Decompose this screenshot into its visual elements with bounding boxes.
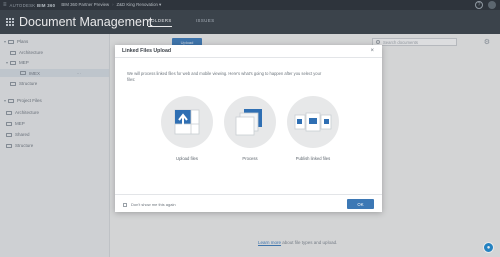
step-label: Publish linked files <box>295 156 331 161</box>
step-label: Process <box>242 156 258 161</box>
dont-show-again-option[interactable]: Don't show me this again <box>123 202 176 207</box>
step-label: Upload files <box>176 156 198 161</box>
process-illustration-icon <box>224 96 276 148</box>
dialog-header: Linked Files Upload × <box>115 45 382 58</box>
upload-files-illustration-icon <box>161 96 213 148</box>
close-icon[interactable]: × <box>370 48 374 54</box>
step-process: Process <box>222 96 278 161</box>
step-upload-files: Upload files <box>159 96 215 161</box>
dialog-title: Linked Files Upload <box>122 48 172 54</box>
publish-linked-files-illustration-icon <box>287 96 339 148</box>
ok-button[interactable]: OK <box>347 199 374 209</box>
step-publish-linked-files: Publish linked files <box>285 96 341 161</box>
dialog-description: We will process linked files for web and… <box>127 71 322 82</box>
linked-files-upload-dialog: Linked Files Upload × We will process li… <box>115 45 382 212</box>
dont-show-again-checkbox[interactable] <box>123 202 127 207</box>
dialog-footer: Don't show me this again OK <box>115 194 382 212</box>
